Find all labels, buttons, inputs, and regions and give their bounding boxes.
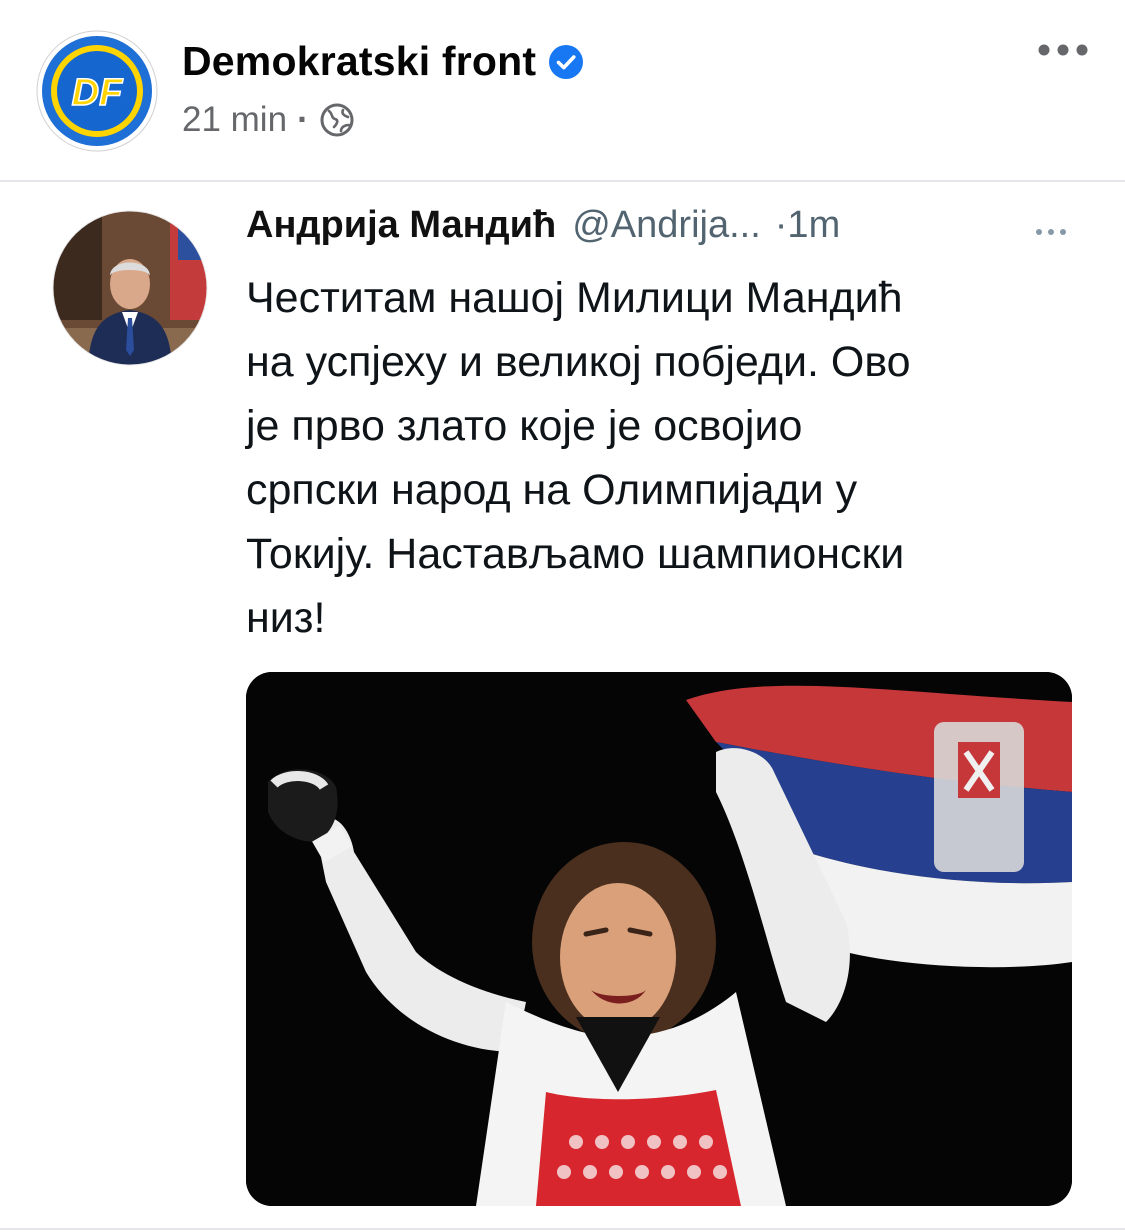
tweet-screenshot[interactable]: Андрија Мандић @Andrija... ·1m Честитам … <box>0 182 1125 1232</box>
tweet-time: ·1m <box>774 204 841 246</box>
tweet-header: Андрија Мандић @Andrija... ·1m <box>246 204 1086 247</box>
page-name-row: Demokratski front <box>182 38 584 85</box>
page-logo-avatar[interactable]: DF <box>36 30 158 152</box>
globe-icon[interactable] <box>319 102 355 138</box>
verified-badge-icon <box>549 44 584 79</box>
bottom-divider <box>0 1228 1125 1230</box>
tweet-text: Честитам нашој Милици Мандић на успјеху … <box>246 274 911 642</box>
tweet-photo-athlete-with-flag <box>246 672 1072 1206</box>
tweet-author-handle[interactable]: @Andrija... <box>572 204 761 247</box>
post-time[interactable]: 21 min <box>182 100 287 140</box>
meta-separator: · <box>297 100 309 139</box>
page-name[interactable]: Demokratski front <box>182 38 536 85</box>
facebook-post: DF Demokratski front 21 min · Андрија Ма… <box>0 0 1125 1232</box>
more-options-icon[interactable] <box>1035 36 1091 64</box>
tweet-more-icon <box>1036 229 1066 235</box>
tweet-author-name[interactable]: Андрија Мандић <box>246 204 556 247</box>
post-header: DF Demokratski front 21 min · <box>0 0 1125 180</box>
post-meta: 21 min · <box>182 100 355 140</box>
page-logo-text: DF <box>72 72 124 114</box>
tweet-author-avatar <box>52 210 208 366</box>
